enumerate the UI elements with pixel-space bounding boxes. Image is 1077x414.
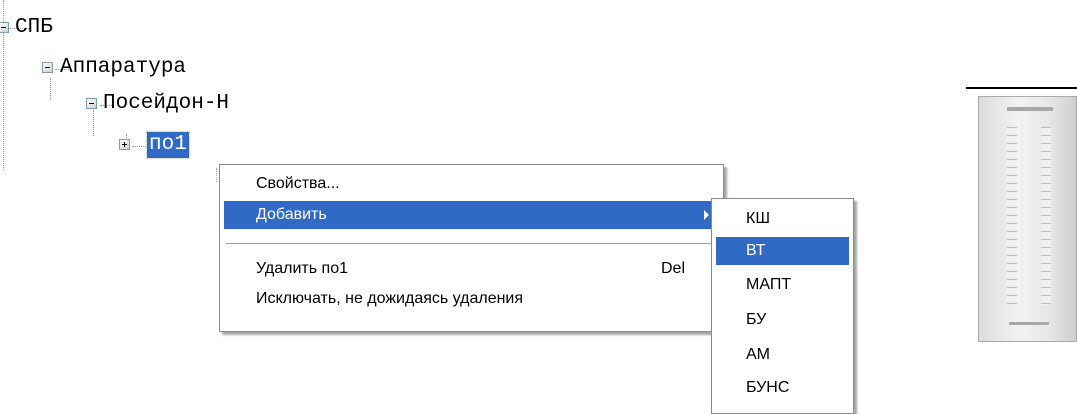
submenu-item[interactable]: БУНС: [716, 374, 849, 402]
menu-item-shortcut: Del: [660, 260, 685, 277]
tree-node-spb[interactable]: СПБ: [15, 15, 53, 41]
submenu-item[interactable]: БУ: [716, 306, 849, 334]
device-header-plate: [1007, 107, 1053, 111]
submenu-item-label: АМ: [746, 346, 770, 363]
collapse-toggle-icon[interactable]: [42, 62, 53, 73]
tree-node-poseidon[interactable]: Посейдон-Н: [103, 91, 229, 117]
menu-item-properties[interactable]: Свойства...: [224, 170, 719, 198]
tree-guide-line: [93, 110, 94, 136]
menu-item-label: Свойства...: [256, 175, 340, 192]
context-menu: Свойства... Добавить Удалить по1 Del Иск…: [219, 164, 724, 332]
menu-item-label: Исключать, не дожидаясь удаления: [256, 290, 524, 307]
device-footer-plate: [1009, 322, 1049, 325]
menu-item-delete[interactable]: Удалить по1 Del: [224, 255, 719, 283]
add-submenu: КШ ВТ МАПТ БУ АМ БУНС: [711, 198, 854, 414]
tree-node-po1-selected[interactable]: по1: [146, 131, 190, 159]
tree-guide-line: [50, 78, 51, 100]
submenu-item[interactable]: КШ: [716, 205, 849, 233]
tree-guide-line: [216, 168, 217, 182]
submenu-item-label: КШ: [746, 210, 770, 227]
menu-item-label: Удалить по1: [256, 260, 348, 277]
tree-node-apparatura[interactable]: Аппаратура: [60, 55, 186, 81]
submenu-item-label: МАПТ: [746, 276, 792, 293]
menu-item-add[interactable]: Добавить: [224, 201, 719, 229]
menu-separator: [226, 243, 717, 244]
expand-toggle-icon[interactable]: [119, 139, 130, 150]
submenu-item-label: БУ: [746, 311, 767, 328]
device-preview-image: [978, 96, 1077, 342]
device-terminal-column: [1041, 127, 1051, 305]
collapse-toggle-icon[interactable]: [0, 22, 9, 33]
submenu-arrow-icon: [704, 210, 709, 220]
menu-item-exclude[interactable]: Исключать, не дожидаясь удаления: [224, 285, 719, 313]
collapse-toggle-icon[interactable]: [86, 98, 97, 109]
menu-item-label: Добавить: [256, 206, 327, 223]
preview-divider: [966, 87, 1077, 89]
submenu-item-label: БУНС: [746, 379, 790, 396]
submenu-item-label: ВТ: [746, 242, 766, 259]
device-terminal-column: [1007, 127, 1017, 305]
submenu-item[interactable]: АМ: [716, 341, 849, 369]
submenu-item-highlighted[interactable]: ВТ: [716, 237, 849, 265]
submenu-item[interactable]: МАПТ: [716, 271, 849, 299]
